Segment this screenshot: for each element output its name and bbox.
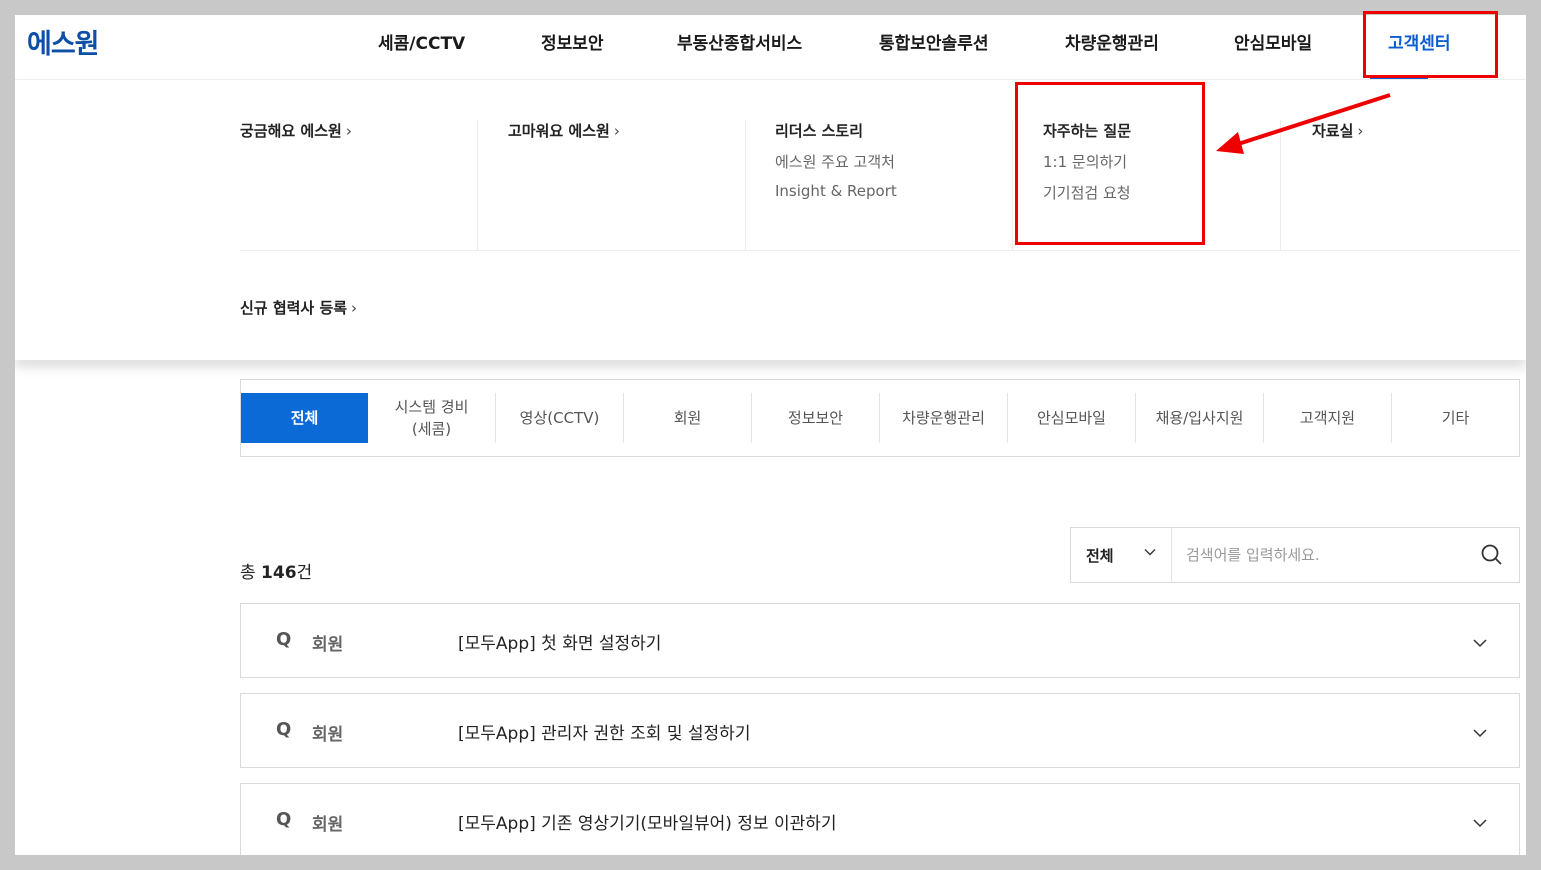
mega-link-thanks[interactable]: 고마워요 에스원 › [508, 120, 745, 142]
chevron-right-icon: › [345, 122, 352, 140]
faq-item[interactable]: Q 회원 [모두App] 관리자 권한 조회 및 설정하기 [240, 693, 1520, 768]
gnb-safe-mobile[interactable]: 안심모바일 [1234, 29, 1312, 54]
chevron-down-icon [1144, 549, 1156, 556]
chevron-right-icon: › [1357, 122, 1364, 140]
tab-label: 전체 [290, 408, 319, 427]
gnb-vehicle[interactable]: 차량운행관리 [1065, 29, 1159, 54]
global-header: 에스원 세콤/CCTV 정보보안 부동산종합서비스 통합보안솔루션 차량운행관리… [15, 15, 1526, 80]
tab-label: 시스템 경비 (세콤) [394, 397, 469, 439]
tab-etc[interactable]: 기타 [1392, 393, 1519, 443]
mega-link-insight-report[interactable]: Insight & Report [775, 182, 1012, 204]
mega-link-major-clients[interactable]: 에스원 주요 고객처 [775, 151, 1012, 173]
chevron-down-icon [1473, 819, 1487, 828]
chevron-right-icon: › [613, 122, 620, 140]
mega-link-archive[interactable]: 자료실 › [1312, 120, 1512, 142]
faq-category: 회원 [312, 815, 344, 835]
tab-label: 정보보안 [787, 408, 844, 427]
mega-link-curious[interactable]: 궁금해요 에스원 › [240, 120, 477, 142]
tab-cctv[interactable]: 영상(CCTV) [496, 393, 624, 443]
mega-link-inspection-request[interactable]: 기기점검 요청 [1043, 182, 1280, 204]
gnb-customer-center[interactable]: 고객센터 [1388, 29, 1451, 54]
search-scope-select[interactable]: 전체 [1071, 528, 1172, 582]
tab-label: 안심모바일 [1036, 408, 1106, 427]
mega-menu: 궁금해요 에스원 › 고마워요 에스원 › 리더스 스토리 에스원 주요 고객처 I… [15, 80, 1526, 360]
faq-item[interactable]: Q 회원 [모두App] 기존 영상기기(모바일뷰어) 정보 이관하기 [240, 783, 1520, 855]
result-count: 총 146건 [240, 558, 312, 583]
count-prefix: 총 [240, 563, 262, 583]
tab-safe-mobile[interactable]: 안심모바일 [1008, 393, 1136, 443]
mega-link-label: 자료실 [1312, 122, 1354, 140]
mega-link-label: 신규 협력사 등록 [240, 299, 348, 317]
faq-title: [모두App] 첫 화면 설정하기 [458, 634, 662, 654]
category-tabs: 전체 시스템 경비 (세콤) 영상(CCTV) 회원 정보보안 차량운행관리 안… [240, 379, 1520, 457]
chevron-down-icon [1473, 729, 1487, 738]
mega-col-leaders: 리더스 스토리 에스원 주요 고객처 Insight & Report [775, 120, 1013, 250]
mega-col-thanks: 고마워요 에스원 › [508, 120, 746, 250]
logo[interactable]: 에스원 [27, 22, 100, 61]
mega-divider [240, 250, 1520, 251]
mega-col-curious: 궁금해요 에스원 › [240, 120, 478, 250]
tab-vehicle[interactable]: 차량운행관리 [880, 393, 1008, 443]
tab-info-security[interactable]: 정보보안 [752, 393, 880, 443]
faq-category: 회원 [312, 725, 344, 745]
faq-item[interactable]: Q 회원 [모두App] 첫 화면 설정하기 [240, 603, 1520, 678]
search-bar: 전체 [1070, 527, 1520, 583]
faq-title: [모두App] 관리자 권한 조회 및 설정하기 [458, 724, 751, 744]
faq-title: [모두App] 기존 영상기기(모바일뷰어) 정보 이관하기 [458, 814, 837, 834]
mega-link-label: 궁금해요 에스원 [240, 122, 342, 140]
gnb-info-security[interactable]: 정보보안 [541, 29, 604, 54]
tab-label: 채용/입사지원 [1155, 408, 1244, 427]
tab-all[interactable]: 전체 [241, 393, 368, 443]
tab-label: 영상(CCTV) [519, 408, 600, 427]
tab-label: 고객지원 [1299, 408, 1356, 427]
mega-col-archive: 자료실 › [1312, 120, 1512, 250]
chevron-right-icon: › [351, 299, 358, 317]
page: 에스원 세콤/CCTV 정보보안 부동산종합서비스 통합보안솔루션 차량운행관리… [15, 15, 1526, 855]
count-number: 146 [261, 563, 297, 583]
search-scope-value: 전체 [1086, 546, 1114, 565]
tab-label: 회원 [673, 408, 702, 427]
tab-recruit[interactable]: 채용/입사지원 [1136, 393, 1264, 443]
mega-col-faq: 자주하는 질문 1:1 문의하기 기기점검 요청 [1043, 120, 1281, 250]
search-icon[interactable] [1479, 542, 1505, 568]
mega-link-faq[interactable]: 자주하는 질문 [1043, 120, 1280, 142]
gnb-active-indicator [1370, 76, 1428, 79]
faq-q-mark: Q [276, 809, 292, 830]
tab-system-security[interactable]: 시스템 경비 (세콤) [368, 393, 496, 443]
tab-customer-support[interactable]: 고객지원 [1264, 393, 1392, 443]
search-input[interactable] [1172, 528, 1452, 582]
mega-link-label: 고마워요 에스원 [508, 122, 610, 140]
faq-q-mark: Q [276, 719, 292, 740]
mega-link-inquiry[interactable]: 1:1 문의하기 [1043, 151, 1280, 173]
gnb-secom-cctv[interactable]: 세콤/CCTV [378, 29, 465, 54]
tab-member[interactable]: 회원 [624, 393, 752, 443]
tab-label: 기타 [1441, 408, 1470, 427]
mega-link-partner-register[interactable]: 신규 협력사 등록 › [240, 297, 357, 318]
mega-link-leaders-story[interactable]: 리더스 스토리 [775, 120, 1012, 142]
faq-category: 회원 [312, 635, 344, 655]
gnb-integrated-security[interactable]: 통합보안솔루션 [879, 29, 988, 54]
tab-label: 차량운행관리 [902, 408, 985, 427]
chevron-down-icon [1473, 639, 1487, 648]
count-suffix: 건 [296, 563, 313, 583]
gnb-real-estate[interactable]: 부동산종합서비스 [677, 29, 802, 54]
faq-q-mark: Q [276, 629, 292, 650]
